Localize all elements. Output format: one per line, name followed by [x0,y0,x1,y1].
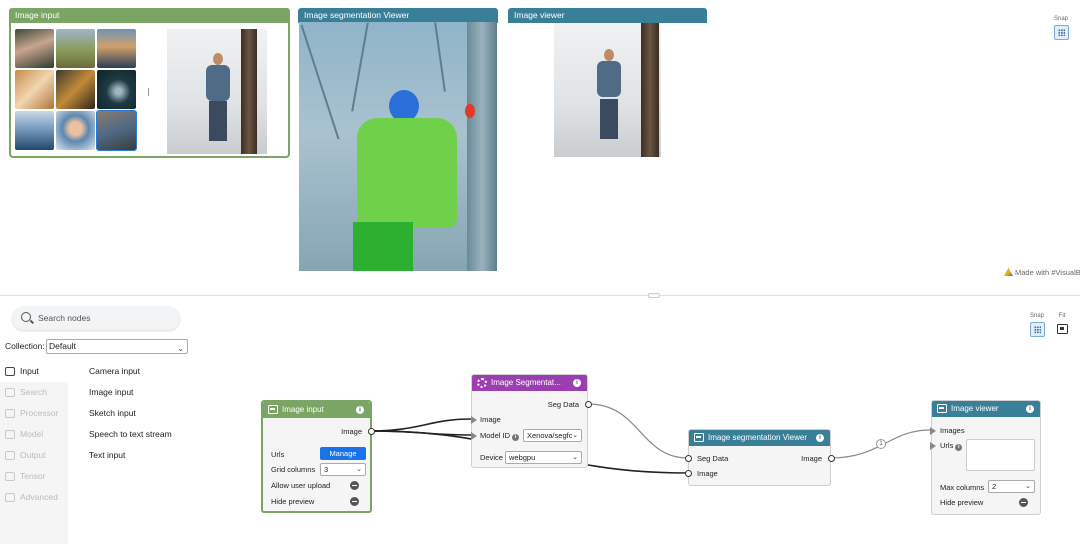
input-port-image[interactable] [471,416,477,424]
model-id-select[interactable]: Xenova/segfc ⌄ [523,429,582,442]
output-icon [694,433,704,442]
node-title: Image segmentation Viewer [708,433,808,442]
model-id-label: Model ID i [480,431,520,441]
output-image-label: Image [341,427,362,436]
allow-upload-toggle[interactable] [350,481,359,490]
chevron-down-icon: ⌄ [1025,483,1031,490]
edge-image-to-segmenter-image [370,418,472,432]
seg-data-output-label: Seg Data [547,400,579,409]
manage-button[interactable]: Manage [320,447,366,460]
gear-icon [477,378,487,388]
info-icon[interactable]: i [573,379,581,387]
info-icon[interactable]: i [1026,405,1034,413]
urls-textarea[interactable] [966,439,1035,471]
seg-data-input-label: Seg Data [697,454,729,463]
node-image-segmentation-viewer[interactable]: Image segmentation Viewer i Seg Data Ima… [685,429,835,486]
chevron-down-icon: ⌄ [572,430,578,441]
node-title: Image Segmentat... [491,378,561,387]
chevron-down-icon: ⌄ [572,454,578,461]
node-image-input[interactable]: Image input i Image Urls Manage Grid col… [261,400,375,513]
urls-label: Urls [271,450,285,459]
max-columns-select[interactable]: 2 ⌄ [988,480,1035,493]
edge-segdata-to-viewer [587,403,689,459]
info-icon: i [512,434,520,441]
node-image-segmentation[interactable]: Image Segmentat... i Seg Data Image Mode… [471,374,592,468]
input-port-urls[interactable] [930,442,936,450]
info-icon: i [955,444,963,451]
max-columns-label: Max columns [940,483,985,492]
input-port-image[interactable] [685,470,692,477]
chevron-down-icon: ⌄ [356,466,362,473]
edge-count-badge: 1 [876,439,886,449]
hide-preview-label: Hide preview [271,497,315,506]
output-port-image[interactable] [828,455,835,462]
device-select[interactable]: webgpu ⌄ [505,451,582,464]
device-label: Device [480,453,503,462]
grid-columns-select[interactable]: 3 ⌄ [320,463,366,476]
input-icon [268,405,278,414]
image-input-label: Image [697,469,718,478]
output-port-image[interactable] [368,428,375,435]
hide-preview-toggle[interactable] [1019,498,1028,507]
output-icon [937,404,947,413]
hide-preview-toggle[interactable] [350,497,359,506]
hide-preview-label: Hide preview [940,498,984,507]
output-port-seg-data[interactable] [585,401,592,408]
input-port-images[interactable] [930,427,936,435]
node-title: Image viewer [951,404,999,413]
info-icon[interactable]: i [356,406,364,414]
node-image-viewer[interactable]: Image viewer i Images Urls i Max columns … [930,400,1041,515]
images-label: Images [940,426,965,435]
input-port-model-id[interactable] [471,432,477,440]
image-input-label: Image [480,415,501,424]
grid-columns-label: Grid columns [271,465,316,474]
urls-label: Urls i [940,441,963,451]
input-port-seg-data[interactable] [685,455,692,462]
allow-upload-label: Allow user upload [271,481,331,490]
info-icon[interactable]: i [816,434,824,442]
image-output-label: Image [801,454,822,463]
node-title: Image input [282,405,324,414]
